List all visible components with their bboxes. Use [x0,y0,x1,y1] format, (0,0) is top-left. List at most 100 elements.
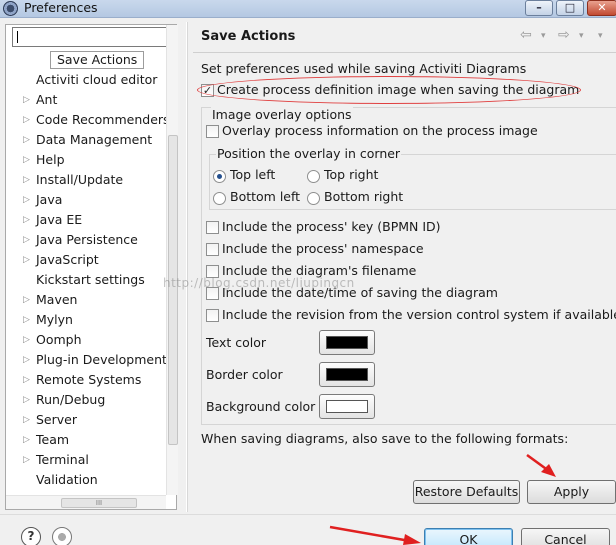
minimize-button[interactable]: – [525,0,553,16]
radio-bottom-right[interactable] [307,192,320,205]
radio-bottom-left[interactable] [213,192,226,205]
tree-item[interactable]: ▷ Data Management [6,130,164,150]
expand-arrow-icon[interactable]: ▷ [23,210,30,230]
close-window-button[interactable]: ✕ [587,0,616,16]
expand-arrow-icon[interactable]: ▷ [23,450,30,470]
expand-arrow-icon[interactable]: ▷ [23,110,30,130]
tree-item[interactable]: Save Actions [6,50,164,70]
expand-arrow-icon[interactable]: ▷ [23,150,30,170]
preference-tree: Save Actions Activiti cloud editor ▷ Ant ▷ Co… [6,50,170,490]
text-color-label: Text color [206,335,267,350]
tree-item[interactable]: ▷ Oomph [6,330,164,350]
include-revision-checkbox[interactable] [206,309,219,322]
radio-top-right[interactable] [307,170,320,183]
tree-item-label: Server [36,412,77,427]
eclipse-app-icon [3,1,18,16]
border-color-button[interactable] [319,362,375,387]
overlay-position-group-title: Position the overlay in corner [216,146,402,161]
tree-item-label: Activiti cloud editor [36,72,158,87]
tree-item-label: Maven [36,292,78,307]
tree-item[interactable]: ▷ Team [6,430,164,450]
forward-history-dropdown-icon[interactable]: ▾ [579,31,584,41]
filter-input[interactable] [12,27,172,47]
expand-arrow-icon[interactable]: ▷ [23,130,30,150]
tree-vertical-scrollbar[interactable] [166,25,178,495]
overlay-info-checkbox[interactable] [206,125,219,138]
tree-item-label: Validation [36,472,98,487]
open-link-icon[interactable] [52,527,72,545]
text-color-button[interactable] [319,330,375,355]
page-title: Save Actions [201,29,296,44]
tree-item[interactable]: ▷ Mylyn [6,310,164,330]
back-arrow-icon[interactable]: ⇦ [520,27,532,43]
tree-item[interactable]: ▷ Server [6,410,164,430]
ok-button[interactable]: OK [424,528,513,545]
expand-arrow-icon[interactable]: ▷ [23,230,30,250]
tree-item[interactable]: ▷ JavaScript [6,250,164,270]
tree-item[interactable]: ▷ Terminal [6,450,164,470]
text-caret [17,31,18,43]
tree-item-label: Ant [36,92,58,107]
radio-bottom-left-label: Bottom left [230,189,301,204]
expand-arrow-icon[interactable]: ▷ [23,310,30,330]
panel-divider[interactable] [186,22,188,512]
tree-item[interactable]: ▷ Remote Systems [6,370,164,390]
tree-item-label: Mylyn [36,312,73,327]
expand-arrow-icon[interactable]: ▷ [23,410,30,430]
radio-top-right-label: Top right [324,167,379,182]
include-namespace-checkbox[interactable] [206,243,219,256]
watermark-text: http://blog.csdn.net/liupingcn [163,276,355,290]
border-color-label: Border color [206,367,283,382]
tree-item[interactable]: ▷ Java Persistence [6,230,164,250]
expand-arrow-icon[interactable]: ▷ [23,170,30,190]
tree-item[interactable]: ▷ Install/Update [6,170,164,190]
tree-item-label: Java EE [36,212,83,227]
view-menu-icon[interactable]: ▾ [598,31,603,41]
tree-item-label: Terminal [36,452,89,467]
tree-item[interactable]: Kickstart settings [6,270,164,290]
tree-item[interactable]: Activiti cloud editor [6,70,164,90]
tree-item-label: Code Recommenders [36,112,170,127]
back-history-dropdown-icon[interactable]: ▾ [541,31,546,41]
restore-defaults-button[interactable]: Restore Defaults [413,480,520,504]
tree-item[interactable]: ▷ Help [6,150,164,170]
expand-arrow-icon[interactable]: ▷ [23,190,30,210]
background-color-swatch [326,400,368,413]
tree-item[interactable]: ▷ Java [6,190,164,210]
background-color-button[interactable] [319,394,375,419]
radio-top-left[interactable] [213,170,226,183]
tree-item[interactable]: ▷ Code Recommenders [6,110,170,130]
expand-arrow-icon[interactable]: ▷ [23,350,30,370]
text-color-swatch [326,336,368,349]
expand-arrow-icon[interactable]: ▷ [23,90,30,110]
tree-item[interactable]: Validation [6,470,164,490]
expand-arrow-icon[interactable]: ▷ [23,370,30,390]
include-key-checkbox[interactable] [206,221,219,234]
border-color-swatch [326,368,368,381]
tree-horizontal-scrollbar[interactable]: III [6,495,166,509]
expand-arrow-icon[interactable]: ▷ [23,250,30,270]
expand-arrow-icon[interactable]: ▷ [23,430,30,450]
cancel-button[interactable]: Cancel [521,528,610,545]
tree-item-label: Oomph [36,332,82,347]
include-revision-label: Include the revision from the version co… [222,307,616,322]
tree-horizontal-scroll-thumb[interactable]: III [61,498,137,508]
expand-arrow-icon[interactable]: ▷ [23,330,30,350]
tree-item-label: Kickstart settings [36,272,145,287]
tree-item[interactable]: ▷ Java EE [6,210,164,230]
annotation-arrow-apply [526,453,556,477]
tree-item[interactable]: ▷ Run/Debug [6,390,164,410]
tree-item[interactable]: ▷ Plug-in Development [6,350,167,370]
apply-button[interactable]: Apply [527,480,616,504]
expand-arrow-icon[interactable]: ▷ [23,390,30,410]
include-key-label: Include the process' key (BPMN ID) [222,219,441,234]
help-icon[interactable]: ? [21,527,41,545]
forward-arrow-icon[interactable]: ⇨ [558,27,570,43]
tree-item[interactable]: ▷ Ant [6,90,164,110]
radio-bottom-right-label: Bottom right [324,189,404,204]
expand-arrow-icon[interactable]: ▷ [23,290,30,310]
tree-vertical-scroll-thumb[interactable] [168,135,178,445]
maximize-button[interactable]: □ [556,0,584,16]
tree-item[interactable]: ▷ Maven [6,290,164,310]
image-overlay-group-title: Image overlay options [211,107,353,122]
